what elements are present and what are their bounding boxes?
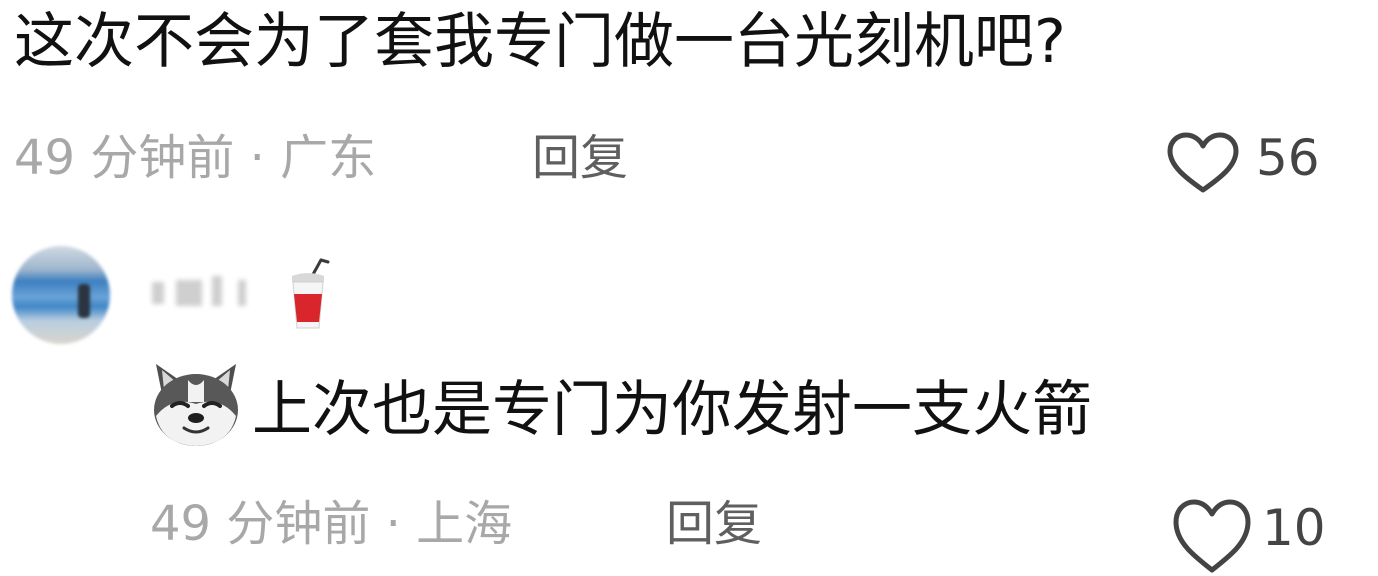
heart-outline-icon[interactable] — [1164, 132, 1242, 194]
husky-dog-emoji — [150, 360, 242, 450]
reply-meta: 49 分钟前 · 上海 — [150, 496, 513, 552]
like-count: 10 — [1262, 499, 1326, 557]
like-count: 56 — [1256, 129, 1320, 187]
heart-outline-icon[interactable] — [1170, 496, 1254, 576]
reply-text: 上次也是专门为你发射一支火箭 — [252, 375, 1092, 445]
comment-meta: 49 分钟前 · 广东 — [14, 130, 377, 186]
username[interactable] — [146, 266, 256, 316]
drink-cup-icon — [284, 258, 332, 332]
avatar-figure — [78, 284, 90, 318]
reply-button[interactable]: 回复 — [666, 492, 762, 556]
reply-button[interactable]: 回复 — [532, 126, 628, 190]
avatar[interactable] — [12, 246, 110, 344]
comment-text: 这次不会为了套我专门做一台光刻机吧? — [14, 7, 1066, 77]
